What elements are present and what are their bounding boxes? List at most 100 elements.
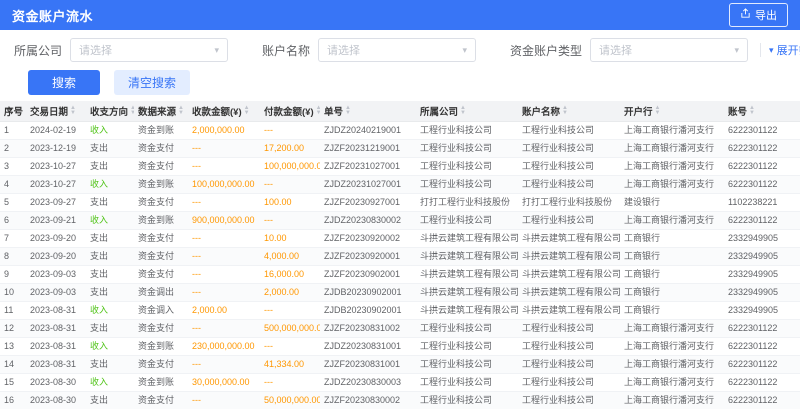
cell-payment: 4,000.00: [260, 247, 320, 265]
cell-company: 工程行业科技公司: [416, 391, 518, 409]
cell-order_no: ZJZF20230920001: [320, 247, 416, 265]
cell-direction: 支出: [86, 355, 134, 373]
cell-no: 2: [0, 139, 26, 157]
cell-account_name: 斗拱云建筑工程有限公司: [518, 265, 620, 283]
cell-payment: 2,000.00: [260, 283, 320, 301]
select-placeholder: 请选择: [599, 42, 632, 58]
filter-label: 所属公司: [14, 42, 62, 59]
column-label: 付款金额(¥): [264, 104, 314, 118]
cell-payment: 100,000,000.00: [260, 157, 320, 175]
filter-select[interactable]: 请选择▾: [590, 38, 748, 62]
column-label: 收款金额(¥): [192, 104, 242, 118]
sort-icon[interactable]: ▲▼: [178, 106, 184, 115]
column-label: 序号: [4, 104, 23, 118]
cell-account_name: 工程行业科技公司: [518, 355, 620, 373]
search-button[interactable]: 搜索: [28, 70, 100, 95]
cell-order_no: ZJZF20230831001: [320, 355, 416, 373]
sort-icon[interactable]: ▲▼: [460, 106, 466, 115]
cell-no: 4: [0, 175, 26, 193]
cell-order_no: ZJZF20230831002: [320, 319, 416, 337]
cell-account_no: 1102238221: [724, 193, 800, 211]
cell-payment: ---: [260, 337, 320, 355]
cell-order_no: ZJDB20230902001: [320, 283, 416, 301]
cell-bank: 建设银行: [620, 193, 724, 211]
cell-source: 资金到账: [134, 121, 188, 139]
cell-no: 6: [0, 211, 26, 229]
cell-direction: 支出: [86, 391, 134, 409]
export-button[interactable]: 导出: [729, 3, 788, 27]
cell-date: 2023-08-30: [26, 391, 86, 409]
column-header-direction[interactable]: 收支方向▲▼: [86, 101, 134, 121]
page-title: 资金账户流水: [12, 6, 93, 25]
chevron-down-icon: ▾: [214, 45, 219, 56]
cell-account_name: 工程行业科技公司: [518, 373, 620, 391]
column-label: 账号: [728, 104, 747, 118]
cell-payment: ---: [260, 175, 320, 193]
cell-company: 打打工程行业科技股份: [416, 193, 518, 211]
column-header-income[interactable]: 收款金额(¥)▲▼: [188, 101, 260, 121]
table-row: 152023-08-30收入资金到账30,000,000.00---ZJDZ20…: [0, 373, 800, 391]
cell-date: 2023-09-03: [26, 265, 86, 283]
sort-icon[interactable]: ▲▼: [562, 106, 568, 115]
cell-income: 100,000,000.00: [188, 175, 260, 193]
cell-bank: 上海工商银行潘河支行: [620, 337, 724, 355]
clear-search-button[interactable]: 清空搜索: [114, 70, 190, 95]
cell-account_no: 6222301122: [724, 373, 800, 391]
cell-order_no: ZJDB20230902001: [320, 301, 416, 319]
cell-direction: 支出: [86, 283, 134, 301]
filter-select[interactable]: 请选择▾: [318, 38, 476, 62]
cell-direction: 支出: [86, 265, 134, 283]
sort-icon[interactable]: ▲▼: [70, 106, 76, 115]
table-row: 122023-08-31支出资金支付---500,000,000.00ZJZF2…: [0, 319, 800, 337]
filter-label: 资金账户类型: [510, 42, 582, 59]
sort-icon[interactable]: ▲▼: [749, 106, 755, 115]
select-placeholder: 请选择: [79, 42, 112, 58]
cell-income: ---: [188, 391, 260, 409]
cell-payment: 500,000,000.00: [260, 319, 320, 337]
cell-direction: 收入: [86, 121, 134, 139]
cell-bank: 工商银行: [620, 301, 724, 319]
column-header-payment[interactable]: 付款金额(¥)▲▼: [260, 101, 320, 121]
sort-icon[interactable]: ▲▼: [316, 106, 320, 115]
cell-source: 资金到账: [134, 211, 188, 229]
cell-no: 10: [0, 283, 26, 301]
column-header-source[interactable]: 数据来源▲▼: [134, 101, 188, 121]
cell-account_no: 2332949905: [724, 283, 800, 301]
sort-icon[interactable]: ▲▼: [655, 106, 661, 115]
cell-no: 7: [0, 229, 26, 247]
cell-income: ---: [188, 193, 260, 211]
column-header-account_no[interactable]: 账号▲▼: [724, 101, 800, 121]
cell-direction: 支出: [86, 193, 134, 211]
cell-account_name: 打打工程行业科技股份: [518, 193, 620, 211]
sort-icon[interactable]: ▲▼: [345, 106, 351, 115]
cell-payment: ---: [260, 121, 320, 139]
cell-account_name: 斗拱云建筑工程有限公司: [518, 247, 620, 265]
table-row: 72023-09-20支出资金支付---10.00ZJZF20230920002…: [0, 229, 800, 247]
cell-account_no: 6222301122: [724, 337, 800, 355]
column-label: 数据来源: [138, 104, 176, 118]
cell-company: 工程行业科技公司: [416, 121, 518, 139]
cell-income: 2,000,000.00: [188, 121, 260, 139]
column-header-account_name[interactable]: 账户名称▲▼: [518, 101, 620, 121]
cell-date: 2023-12-19: [26, 139, 86, 157]
expand-filters-link[interactable]: ▾ 展开筛选: [769, 42, 800, 58]
table-row: 132023-08-31收入资金到账230,000,000.00---ZJDZ2…: [0, 337, 800, 355]
cell-account_name: 工程行业科技公司: [518, 211, 620, 229]
cell-no: 13: [0, 337, 26, 355]
column-header-bank[interactable]: 开户行▲▼: [620, 101, 724, 121]
cell-company: 斗拱云建筑工程有限公司: [416, 283, 518, 301]
filter-select[interactable]: 请选择 ▾: [70, 38, 228, 62]
table-row: 142023-08-31支出资金支付---41,334.00ZJZF202308…: [0, 355, 800, 373]
table-row: 12024-02-19收入资金到账2,000,000.00---ZJDZ2024…: [0, 121, 800, 139]
cell-bank: 上海工商银行潘河支行: [620, 175, 724, 193]
cell-account_no: 6222301122: [724, 175, 800, 193]
column-header-company[interactable]: 所属公司▲▼: [416, 101, 518, 121]
cell-account_no: 6222301122: [724, 157, 800, 175]
column-header-date[interactable]: 交易日期▲▼: [26, 101, 86, 121]
cell-source: 资金调入: [134, 301, 188, 319]
sort-icon[interactable]: ▲▼: [130, 106, 134, 115]
sort-icon[interactable]: ▲▼: [244, 106, 250, 115]
column-header-order_no[interactable]: 单号▲▼: [320, 101, 416, 121]
topbar: 资金账户流水 导出: [0, 0, 800, 30]
table-wrap: 序号交易日期▲▼收支方向▲▼数据来源▲▼收款金额(¥)▲▼付款金额(¥)▲▼单号…: [0, 101, 800, 409]
